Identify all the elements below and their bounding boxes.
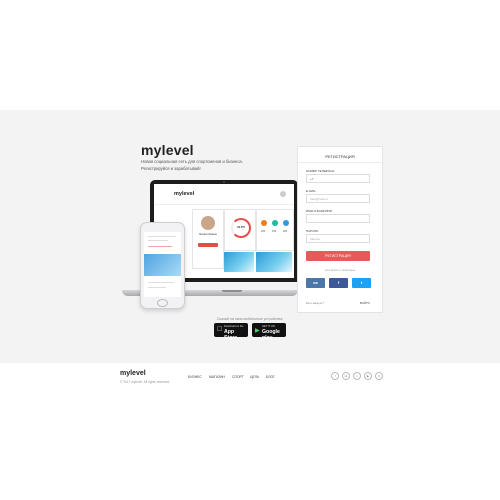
ring-value: 40 PV <box>236 225 246 229</box>
phone-text-line <box>148 236 176 237</box>
apple-icon:  <box>217 326 222 333</box>
app-store-button[interactable]:  Download on the App Store <box>214 323 248 341</box>
registration-panel: РЕГИСТРАЦИЯ НОМЕР ТЕЛЕФОНА +7 E-MAIL use… <box>297 146 383 313</box>
profile-button <box>198 243 218 247</box>
metric-value: 150 <box>272 230 277 233</box>
google-play-button[interactable]: ▶ GET IT ON Google play <box>252 323 286 341</box>
phone-mockup <box>140 222 185 309</box>
foot-icon <box>272 220 278 226</box>
appstore-big-text: App Store <box>224 329 238 341</box>
appstore-small-text: Download on the <box>224 325 244 328</box>
name-label: ИМЯ И ФАМИЛИЯ <box>306 209 332 213</box>
facebook-icon: f <box>337 280 340 285</box>
footer-nav-business[interactable]: БИЗНЕС <box>188 375 202 379</box>
phone-field[interactable]: +7 <box>306 174 370 183</box>
login-link[interactable]: ВОЙТИ <box>360 301 370 305</box>
vk-login-button[interactable]: вк <box>306 278 325 288</box>
or-via-text: или войти с помощью <box>324 268 356 272</box>
vk-icon: вк <box>313 280 318 285</box>
laptop-notch <box>222 290 242 292</box>
instagram-icon[interactable]: ◎ <box>375 372 383 380</box>
footer-nav-goal[interactable]: ЦЕЛЬ <box>250 375 259 379</box>
youtube-icon[interactable]: ▶ <box>364 372 372 380</box>
phone-screen <box>144 232 181 297</box>
brand-title: mylevel <box>141 142 194 158</box>
mobile-note: Скачай на свои мобильные устройства: <box>216 317 284 321</box>
metric-value: 200 <box>261 230 266 233</box>
phone-text-line <box>148 246 172 247</box>
facebook-icon[interactable]: f <box>331 372 339 380</box>
avatar <box>280 191 286 197</box>
facebook-login-button[interactable]: f <box>329 278 348 288</box>
password-label: ПАРОЛЬ <box>306 229 319 233</box>
app-logo: mylevel <box>174 191 195 197</box>
google-small-text: GET IT ON <box>262 325 275 328</box>
twitter-icon: t <box>360 280 363 285</box>
stats-card: 40 PV <box>224 209 256 251</box>
footer-nav-sport[interactable]: СПОРТ <box>232 375 244 379</box>
footer-nav-blog[interactable]: БЛОГ <box>266 375 275 379</box>
divider <box>298 162 382 163</box>
google-big-text: Google play <box>262 329 280 341</box>
feed-photo <box>224 252 254 272</box>
play-icon: ▶ <box>255 328 260 334</box>
app-header: mylevel <box>154 184 294 205</box>
heart-icon <box>261 220 267 226</box>
twitter-icon[interactable]: t <box>353 372 361 380</box>
phone-text-line <box>148 240 168 241</box>
phone-text-line <box>148 287 166 288</box>
phone-hero-image <box>144 254 181 276</box>
tagline: Новая социальная сеть для спортсменов и … <box>141 159 243 171</box>
phone-text-line <box>148 282 174 283</box>
metric-value: 180 <box>283 230 288 233</box>
name-field[interactable] <box>306 214 370 223</box>
camera-dot <box>223 181 225 183</box>
profile-card: Михаил Иванов <box>192 209 224 269</box>
email-field[interactable]: user@mail.ru <box>306 194 370 203</box>
footer-logo: mylevel <box>120 370 146 377</box>
email-label: E-MAIL <box>306 189 317 193</box>
twitter-login-button[interactable]: t <box>352 278 371 288</box>
metrics-card: 200 150 180 <box>256 209 294 251</box>
password-field[interactable]: пароль <box>306 234 370 243</box>
registration-title: РЕГИСТРАЦИЯ <box>325 154 355 159</box>
vk-icon[interactable]: vk <box>342 372 350 380</box>
home-button <box>157 299 168 307</box>
phone-label: НОМЕР ТЕЛЕФОНА <box>306 169 335 173</box>
has-account-text: Есть аккаунт? <box>306 301 325 305</box>
profile-photo <box>201 216 215 230</box>
register-button[interactable]: РЕГИСТРАЦИЯ <box>306 251 370 261</box>
pin-icon <box>283 220 289 226</box>
feed-photo <box>256 252 292 272</box>
copyright: © 2017 mylevel. All rights reserved. <box>120 380 171 384</box>
profile-name: Михаил Иванов <box>199 233 217 236</box>
footer-nav-shop[interactable]: МАГАЗИН <box>209 375 225 379</box>
